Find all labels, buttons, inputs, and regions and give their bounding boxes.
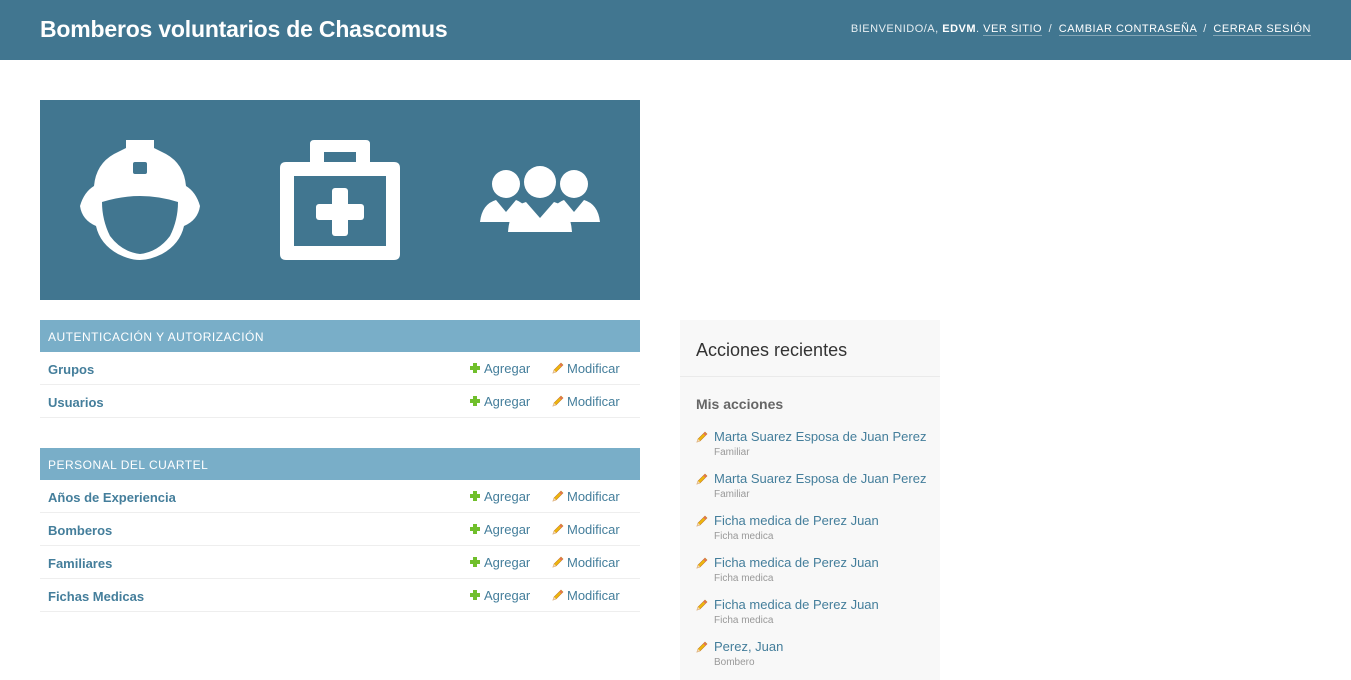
list-item: Marta Suarez Esposa de Juan Perez Famili… <box>696 429 936 471</box>
recent-actions-title: Acciones recientes <box>696 340 848 360</box>
action-link[interactable]: Ficha medica de Perez Juan <box>714 555 936 570</box>
firefighter-helmet-icon <box>80 140 200 260</box>
pencil-icon <box>696 599 708 611</box>
change-familiares-button[interactable]: Modificar <box>552 555 620 570</box>
table-row: Familiares Agregar Modificar <box>40 546 640 579</box>
username: EDVM <box>942 23 977 35</box>
action-link[interactable]: Marta Suarez Esposa de Juan Perez <box>714 471 936 486</box>
welcome-text: Bienvenido/a, <box>850 23 939 35</box>
action-link[interactable]: Perez, Juan <box>714 639 936 654</box>
pencil-icon <box>696 473 708 485</box>
pencil-icon <box>552 523 564 535</box>
pencil-icon <box>552 362 564 374</box>
list-item: Ficha medica de Perez Juan Ficha medica <box>696 513 936 555</box>
list-item: Ficha medica de Perez Juan Ficha medica <box>696 555 936 597</box>
pencil-icon <box>552 556 564 568</box>
change-grupos-button[interactable]: Modificar <box>552 361 620 376</box>
model-link-fichas-medicas[interactable]: Fichas Medicas <box>48 589 144 604</box>
action-type: Ficha medica <box>714 573 774 584</box>
table-row: Bomberos Agregar Modificar <box>40 513 640 546</box>
plus-icon <box>470 557 480 567</box>
plus-icon <box>470 491 480 501</box>
model-link-bomberos[interactable]: Bomberos <box>48 523 112 538</box>
pencil-icon <box>552 589 564 601</box>
table-row: Usuarios Agregar Modificar <box>40 385 640 418</box>
change-usuarios-button[interactable]: Modificar <box>552 394 620 409</box>
medical-kit-icon <box>280 140 400 260</box>
user-tools: Bienvenido/a, EDVM. Ver sitio / Cambiar … <box>850 23 1311 36</box>
table-row: Fichas Medicas Agregar Modificar <box>40 579 640 612</box>
change-anos-experiencia-button[interactable]: Modificar <box>552 489 620 504</box>
action-type: Familiar <box>714 489 750 500</box>
add-familiares-button[interactable]: Agregar <box>470 555 530 570</box>
action-list: Marta Suarez Esposa de Juan Perez Famili… <box>696 429 936 680</box>
action-type: Bombero <box>714 657 755 668</box>
pencil-icon <box>696 515 708 527</box>
people-group-icon <box>480 166 600 232</box>
logout-link[interactable]: Cerrar sesión <box>1213 23 1311 36</box>
action-type: Ficha medica <box>714 531 774 542</box>
action-type: Ficha medica <box>714 615 774 626</box>
add-anos-experiencia-button[interactable]: Agregar <box>470 489 530 504</box>
recent-actions-panel: Acciones recientes Mis acciones Marta Su… <box>680 320 940 680</box>
action-type: Familiar <box>714 447 750 458</box>
change-fichas-medicas-button[interactable]: Modificar <box>552 588 620 603</box>
pencil-icon <box>696 557 708 569</box>
pencil-icon <box>552 490 564 502</box>
separator: / <box>1203 23 1207 35</box>
module-caption: Autenticación y autorización <box>40 320 640 352</box>
action-link[interactable]: Ficha medica de Perez Juan <box>714 513 936 528</box>
add-bomberos-button[interactable]: Agregar <box>470 522 530 537</box>
list-item: Perez, Juan Bombero <box>696 639 936 680</box>
header-bar: Bomberos voluntarios de Chascomus Bienve… <box>0 0 1351 60</box>
separator: / <box>1048 23 1053 35</box>
view-site-link[interactable]: Ver sitio <box>983 23 1043 36</box>
module-caption: Personal del cuartel <box>40 448 640 480</box>
model-link-familiares[interactable]: Familiares <box>48 556 112 571</box>
list-item: Marta Suarez Esposa de Juan Perez Famili… <box>696 471 936 513</box>
plus-icon <box>470 363 480 373</box>
pencil-icon <box>696 641 708 653</box>
plus-icon <box>470 524 480 534</box>
plus-icon <box>470 396 480 406</box>
change-password-link[interactable]: Cambiar contraseña <box>1058 23 1197 36</box>
module-personal: Personal del cuartel Años de Experiencia… <box>40 448 640 612</box>
add-fichas-medicas-button[interactable]: Agregar <box>470 588 530 603</box>
change-bomberos-button[interactable]: Modificar <box>552 522 620 537</box>
banner-image <box>40 100 640 300</box>
model-link-grupos[interactable]: Grupos <box>48 362 94 377</box>
list-item: Ficha medica de Perez Juan Ficha medica <box>696 597 936 639</box>
add-grupos-button[interactable]: Agregar <box>470 361 530 376</box>
site-title: Bomberos voluntarios de Chascomus <box>40 16 448 42</box>
plus-icon <box>470 590 480 600</box>
pencil-icon <box>696 431 708 443</box>
table-row: Años de Experiencia Agregar Modificar <box>40 480 640 513</box>
model-link-usuarios[interactable]: Usuarios <box>48 395 104 410</box>
action-link[interactable]: Ficha medica de Perez Juan <box>714 597 936 612</box>
divider <box>680 376 940 377</box>
action-link[interactable]: Marta Suarez Esposa de Juan Perez <box>714 429 936 444</box>
module-auth: Autenticación y autorización Grupos Agre… <box>40 320 640 418</box>
model-link-anos-experiencia[interactable]: Años de Experiencia <box>48 490 176 505</box>
table-row: Grupos Agregar Modificar <box>40 352 640 385</box>
add-usuarios-button[interactable]: Agregar <box>470 394 530 409</box>
pencil-icon <box>552 395 564 407</box>
my-actions-heading: Mis acciones <box>696 396 784 412</box>
